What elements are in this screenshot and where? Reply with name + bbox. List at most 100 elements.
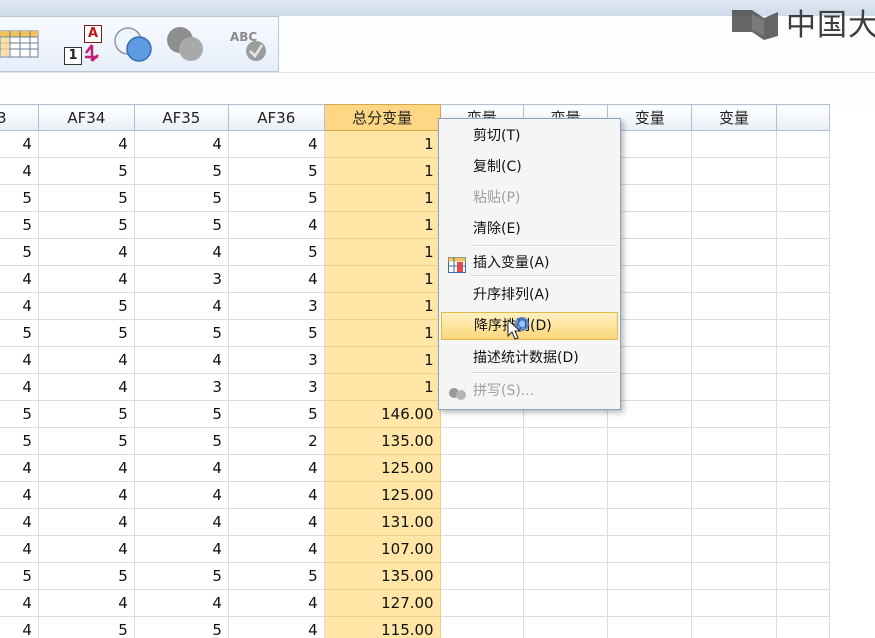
table-cell[interactable]: 5 [133,184,229,212]
value-labels-icon[interactable]: A 1 [62,25,106,65]
menu-item-copy[interactable]: 复制(C) [441,153,618,181]
table-cell[interactable]: 4 [227,454,325,482]
table-cell[interactable] [522,454,609,482]
table-cell[interactable] [607,562,693,590]
menu-item-cut[interactable]: 剪切(T) [441,122,618,150]
table-cell[interactable] [775,265,831,293]
table-cell[interactable]: 4 [37,454,135,482]
table-cell[interactable]: 5 [227,400,325,428]
table-cell[interactable] [522,562,609,590]
table-cell[interactable] [607,427,693,455]
table-cell[interactable]: 5 [227,157,325,185]
menu-item-sort-ascending[interactable]: 升序排列(A) [441,281,618,309]
table-cell[interactable] [607,508,693,536]
table-cell[interactable]: 4 [0,346,39,374]
table-cell[interactable] [775,373,831,401]
table-cell[interactable]: 4 [227,508,325,536]
table-cell[interactable]: 4 [227,616,325,638]
table-cell[interactable]: 1 [323,211,441,239]
table-cell[interactable]: 4 [37,130,135,158]
table-cell[interactable]: 4 [227,589,325,617]
column-header[interactable]: 变量 [691,104,777,131]
table-cell[interactable]: 5 [0,211,39,239]
table-cell[interactable]: 5 [133,427,229,455]
table-cell[interactable]: 5 [133,319,229,347]
table-cell[interactable]: 5 [37,211,135,239]
column-header[interactable]: 33 [0,104,39,131]
table-cell[interactable]: 5 [133,562,229,590]
table-cell[interactable] [439,616,524,638]
table-cell[interactable]: 4 [133,481,229,509]
table-cell[interactable]: 4 [0,481,39,509]
table-cell[interactable]: 4 [133,346,229,374]
table-cell[interactable] [775,319,831,347]
table-cell[interactable]: 4 [227,481,325,509]
table-cell[interactable] [522,427,609,455]
table-cell[interactable] [775,238,831,266]
table-cell[interactable] [691,481,777,509]
table-cell[interactable] [607,481,693,509]
table-cell[interactable] [691,508,777,536]
table-cell[interactable] [775,157,831,185]
column-header[interactable]: 总分变量 [323,104,441,131]
table-cell[interactable] [691,184,777,212]
table-cell[interactable]: 4 [0,157,39,185]
table-cell[interactable]: 4 [37,481,135,509]
menu-item-paste[interactable]: 粘贴(P) [441,184,618,212]
table-cell[interactable]: 5 [227,238,325,266]
table-cell[interactable] [775,292,831,320]
show-all-variables-icon[interactable] [165,25,207,67]
column-header[interactable]: AF34 [37,104,135,131]
table-cell[interactable]: 4 [37,535,135,563]
table-cell[interactable] [691,589,777,617]
table-cell[interactable]: 3 [133,265,229,293]
table-cell[interactable] [775,346,831,374]
table-cell[interactable]: 4 [37,238,135,266]
table-cell[interactable] [775,427,831,455]
table-cell[interactable]: 5 [37,616,135,638]
table-cell[interactable] [691,535,777,563]
table-cell[interactable] [775,589,831,617]
table-cell[interactable]: 5 [0,400,39,428]
table-cell[interactable]: 4 [37,373,135,401]
table-cell[interactable]: 1 [323,184,441,212]
table-cell[interactable]: 5 [37,157,135,185]
table-cell[interactable] [439,562,524,590]
data-grid-icon[interactable] [0,29,40,63]
table-cell[interactable] [691,292,777,320]
table-cell[interactable]: 5 [133,616,229,638]
table-cell[interactable] [522,535,609,563]
column-header[interactable]: AF35 [133,104,229,131]
table-cell[interactable]: 125.00 [323,481,441,509]
table-cell[interactable] [691,130,777,158]
table-cell[interactable]: 4 [133,535,229,563]
table-cell[interactable]: 1 [323,346,441,374]
table-cell[interactable]: 5 [133,211,229,239]
table-cell[interactable]: 1 [323,238,441,266]
table-cell[interactable]: 4 [37,589,135,617]
table-cell[interactable] [775,130,831,158]
table-cell[interactable]: 4 [0,265,39,293]
spell-check-icon[interactable]: ABC [226,27,270,67]
table-cell[interactable] [691,373,777,401]
table-cell[interactable] [607,589,693,617]
menu-item-clear[interactable]: 清除(E) [441,215,618,243]
table-cell[interactable]: 115.00 [323,616,441,638]
table-cell[interactable]: 127.00 [323,589,441,617]
table-cell[interactable]: 2 [227,427,325,455]
table-cell[interactable] [691,454,777,482]
table-cell[interactable]: 5 [0,319,39,347]
table-cell[interactable]: 5 [37,400,135,428]
table-cell[interactable]: 5 [0,562,39,590]
table-cell[interactable]: 5 [37,184,135,212]
table-cell[interactable]: 1 [323,265,441,293]
table-cell[interactable] [439,508,524,536]
table-cell[interactable] [691,157,777,185]
table-cell[interactable] [775,400,831,428]
table-cell[interactable]: 4 [133,454,229,482]
table-cell[interactable]: 4 [37,346,135,374]
table-cell[interactable] [775,616,831,638]
use-sets-icon[interactable] [112,25,154,67]
table-cell[interactable]: 4 [227,130,325,158]
table-cell[interactable]: 5 [0,238,39,266]
